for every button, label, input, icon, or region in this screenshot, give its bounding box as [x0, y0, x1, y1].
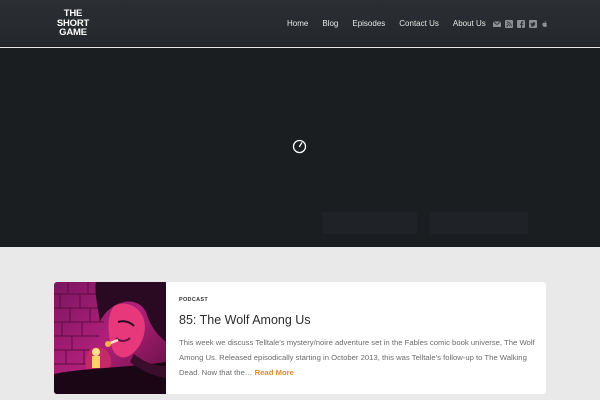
hero-placeholder-left: [322, 212, 417, 234]
post-title[interactable]: 85: The Wolf Among Us: [179, 313, 311, 327]
hero-placeholder-right: [430, 212, 528, 234]
nav-blog[interactable]: Blog: [322, 19, 338, 28]
nav-home[interactable]: Home: [287, 19, 308, 28]
nav-contact-us[interactable]: Contact Us: [399, 19, 439, 28]
apple-icon[interactable]: [541, 20, 549, 28]
post-excerpt: This week we discuss Telltale's mystery/…: [179, 335, 541, 380]
nav-about-us[interactable]: About Us: [453, 19, 486, 28]
post-card: PODCAST 85: The Wolf Among Us This week …: [54, 282, 546, 394]
envelope-icon[interactable]: [493, 20, 501, 28]
site-header: THE SHORT GAME Home Blog Episodes Contac…: [0, 0, 600, 47]
site-logo[interactable]: THE SHORT GAME: [54, 9, 92, 38]
social-links: [493, 0, 553, 47]
post-category[interactable]: PODCAST: [179, 297, 208, 303]
main-nav: Home Blog Episodes Contact Us About Us: [278, 0, 500, 47]
facebook-icon[interactable]: [517, 19, 525, 28]
rss-icon[interactable]: [505, 19, 513, 28]
post-thumbnail[interactable]: [54, 282, 166, 394]
nav-episodes[interactable]: Episodes: [352, 19, 385, 28]
logo-line-3: GAME: [59, 27, 87, 38]
twitter-icon[interactable]: [529, 19, 537, 28]
read-more-link[interactable]: Read More: [255, 368, 294, 377]
loading-spinner-icon: [292, 139, 307, 154]
post-excerpt-text: This week we discuss Telltale's mystery/…: [179, 338, 535, 377]
